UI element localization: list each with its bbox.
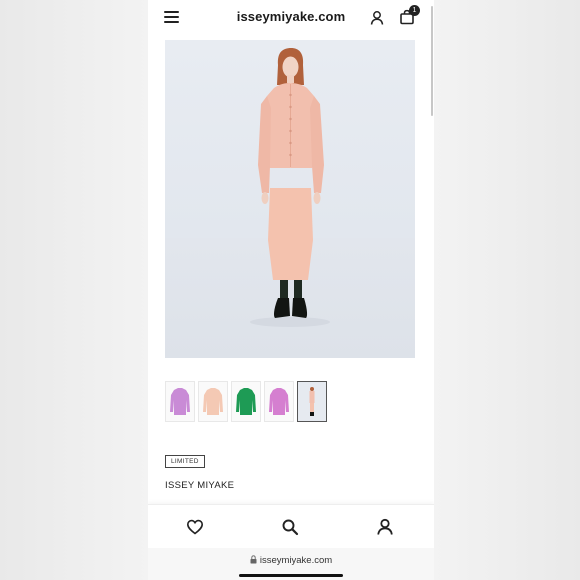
user-icon[interactable]: [376, 518, 394, 536]
product-image[interactable]: [165, 40, 415, 358]
scrollbar[interactable]: [431, 6, 433, 116]
thumbnail-1[interactable]: [165, 381, 195, 422]
cart-count-badge: 1: [409, 5, 420, 16]
heart-icon[interactable]: [186, 518, 204, 536]
search-icon[interactable]: [281, 518, 299, 536]
url-text-row: isseymiyake.com: [148, 555, 434, 567]
product-brand: ISSEY MIYAKE: [165, 480, 235, 491]
bottom-navigation: [148, 504, 434, 549]
thumbnail-3[interactable]: [231, 381, 261, 422]
lock-icon: [250, 555, 257, 567]
thumbnail-2[interactable]: [198, 381, 228, 422]
background-left: [0, 0, 148, 580]
thumbnail-5[interactable]: [297, 381, 327, 422]
browser-url-bar[interactable]: isseymiyake.com: [148, 548, 434, 580]
model-figure: [250, 48, 330, 327]
thumbnail-4[interactable]: [264, 381, 294, 422]
top-bar: isseymiyake.com 1: [148, 0, 434, 36]
home-indicator[interactable]: [239, 574, 343, 577]
user-icon[interactable]: [370, 10, 384, 26]
url-text: isseymiyake.com: [259, 555, 333, 566]
mobile-page: isseymiyake.com 1 LIMITED ISSEY MIYAKE i…: [148, 0, 434, 580]
site-logo[interactable]: isseymiyake.com: [148, 9, 434, 24]
limited-badge: LIMITED: [165, 455, 205, 468]
background-right: [434, 0, 580, 580]
